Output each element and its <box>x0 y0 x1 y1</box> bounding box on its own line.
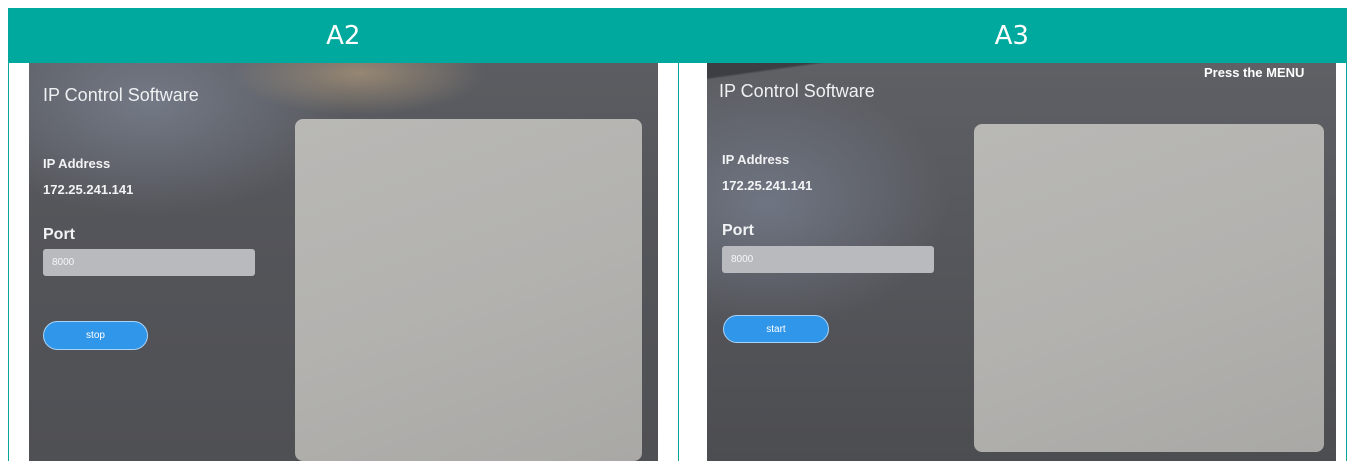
menu-hint-text: Press the MENU <box>1204 65 1305 80</box>
port-input[interactable]: 8000 <box>722 246 934 273</box>
output-panel <box>974 124 1324 452</box>
start-button[interactable]: start <box>723 315 829 343</box>
port-label: Port <box>43 226 75 243</box>
header-a3: A3 <box>994 20 1029 51</box>
ip-address-value: 172.25.241.141 <box>43 182 134 197</box>
screen-photo-a3: Press the MENU IP Control Software IP Ad… <box>707 63 1336 461</box>
comparison-frame: A2 A3 IP Control Software IP Address 172… <box>8 8 1347 461</box>
screen-photo-a2: IP Control Software IP Address 172.25.24… <box>29 63 658 461</box>
stop-button[interactable]: stop <box>43 321 148 350</box>
column-divider <box>678 63 679 461</box>
ip-address-label: IP Address <box>722 152 790 167</box>
ip-address-value: 172.25.241.141 <box>722 178 813 193</box>
app-title: IP Control Software <box>43 85 199 105</box>
app-title: IP Control Software <box>719 81 875 101</box>
port-input[interactable]: 8000 <box>43 249 255 276</box>
header-row: A2 A3 <box>9 8 1346 63</box>
port-label: Port <box>722 222 754 239</box>
ip-address-label: IP Address <box>43 156 111 171</box>
header-a2: A2 <box>326 20 361 51</box>
output-panel <box>295 119 642 461</box>
